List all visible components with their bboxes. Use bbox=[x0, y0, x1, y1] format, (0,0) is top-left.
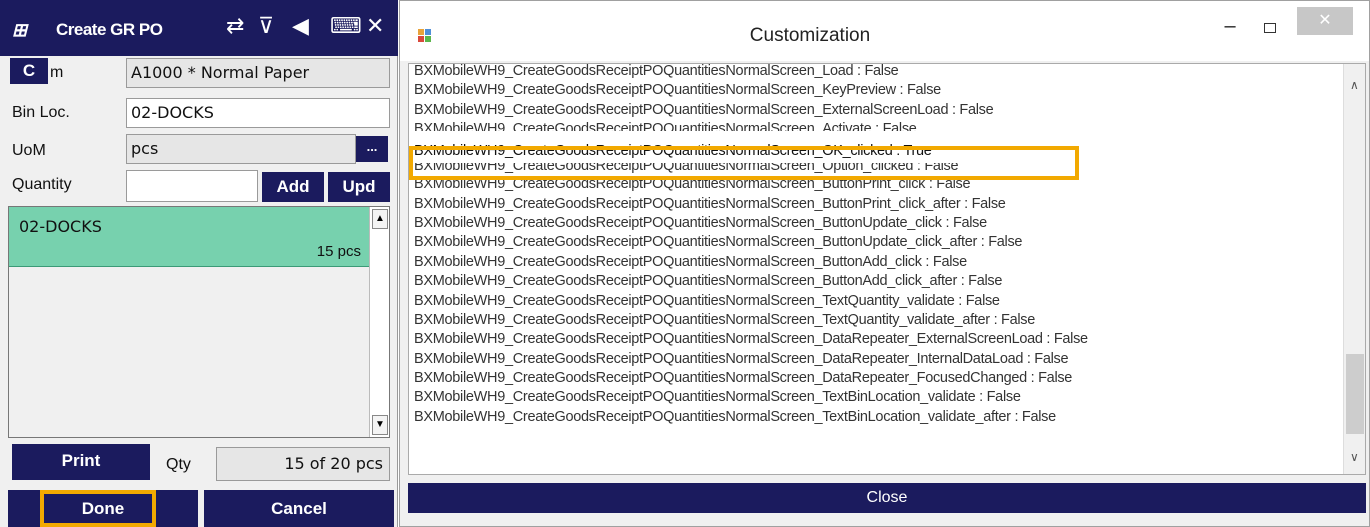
done-highlight-box bbox=[40, 490, 156, 527]
list-item: BXMobileWH9_CreateGoodsReceiptPOQuantiti… bbox=[414, 311, 1035, 328]
speaker-icon[interactable]: ◀ bbox=[292, 14, 309, 38]
c-button[interactable]: C bbox=[10, 58, 48, 84]
list-item: BXMobileWH9_CreateGoodsReceiptPOQuantiti… bbox=[414, 234, 1023, 251]
quantity-label: Quantity bbox=[12, 176, 72, 193]
qty-label: Qty bbox=[166, 456, 191, 473]
app-header: ⊞ Create GR PO ⇄ ⊽ ◀ ⌨ ✕ bbox=[0, 0, 398, 56]
uom-browse-button[interactable]: ... bbox=[356, 136, 388, 162]
item-label: m bbox=[50, 64, 64, 81]
uom-label: UoM bbox=[12, 142, 46, 159]
list-item: BXMobileWH9_CreateGoodsReceiptPOQuantiti… bbox=[414, 331, 1088, 348]
list-item: BXMobileWH9_CreateGoodsReceiptPOQuantiti… bbox=[414, 101, 994, 118]
list-item: BXMobileWH9_CreateGoodsReceiptPOQuantiti… bbox=[414, 82, 941, 99]
close-icon[interactable]: ✕ bbox=[366, 14, 384, 38]
list-scrollbar[interactable]: ▲ ▼ bbox=[369, 207, 389, 437]
list-item-amount: 15 pcs bbox=[316, 243, 361, 260]
item-field: A1000 * Normal Paper bbox=[126, 58, 390, 88]
filter-clear-icon[interactable]: ⊽ bbox=[258, 14, 274, 38]
scroll-up-icon[interactable]: ▲ bbox=[372, 209, 388, 229]
mobile-app-window: ⊞ Create GR PO ⇄ ⊽ ◀ ⌨ ✕ C m A1000 * Nor… bbox=[0, 0, 398, 527]
list-item: BXMobileWH9_CreateGoodsReceiptPOQuantiti… bbox=[414, 195, 1006, 212]
ok-clicked-highlight-box bbox=[409, 146, 1079, 180]
list-item-location: 02-DOCKS bbox=[19, 217, 102, 236]
maximize-icon bbox=[1264, 23, 1276, 33]
list-item: BXMobileWH9_CreateGoodsReceiptPOQuantiti… bbox=[414, 253, 967, 270]
page-title: Create GR PO bbox=[56, 20, 163, 39]
print-button[interactable]: Print bbox=[12, 444, 150, 480]
add-button[interactable]: Add bbox=[262, 172, 324, 202]
scroll-thumb[interactable] bbox=[1346, 354, 1364, 434]
list-scrollbar[interactable]: ∧ ∨ bbox=[1343, 64, 1365, 474]
window-close-button[interactable]: ✕ bbox=[1297, 7, 1353, 35]
list-item: BXMobileWH9_CreateGoodsReceiptPOQuantiti… bbox=[414, 370, 1073, 387]
event-log-list[interactable]: BXMobileWH9_CreateGoodsReceiptPOQuantiti… bbox=[408, 63, 1366, 475]
list-item: BXMobileWH9_CreateGoodsReceiptPOQuantiti… bbox=[414, 389, 1021, 406]
keyboard-icon[interactable]: ⌨ bbox=[330, 14, 362, 38]
window-titlebar[interactable]: Customization – ✕ bbox=[400, 1, 1369, 61]
list-item: BXMobileWH9_CreateGoodsReceiptPOQuantiti… bbox=[414, 273, 1003, 290]
list-item: BXMobileWH9_CreateGoodsReceiptPOQuantiti… bbox=[414, 292, 1000, 309]
binloc-input[interactable]: 02-DOCKS bbox=[126, 98, 390, 128]
list-item: BXMobileWH9_CreateGoodsReceiptPOQuantiti… bbox=[414, 214, 987, 231]
chevron-down-icon[interactable]: ∨ bbox=[1350, 450, 1359, 464]
list-item: BXMobileWH9_CreateGoodsReceiptPOQuantiti… bbox=[414, 121, 917, 132]
bin-list: 02-DOCKS 15 pcs ▲ ▼ bbox=[8, 206, 390, 438]
binloc-label: Bin Loc. bbox=[12, 104, 70, 121]
windows-logo-icon[interactable]: ⊞ bbox=[12, 20, 27, 41]
close-button[interactable]: Close bbox=[408, 483, 1366, 513]
shuffle-icon[interactable]: ⇄ bbox=[226, 14, 244, 38]
window-title: Customization bbox=[749, 25, 871, 46]
update-button[interactable]: Upd bbox=[328, 172, 390, 202]
quantity-input[interactable] bbox=[126, 170, 258, 202]
scroll-down-icon[interactable]: ▼ bbox=[372, 415, 388, 435]
uom-field: pcs bbox=[126, 134, 356, 164]
qty-value: 15 of 20 pcs bbox=[216, 447, 390, 481]
list-item: BXMobileWH9_CreateGoodsReceiptPOQuantiti… bbox=[414, 63, 899, 79]
customization-window: Customization – ✕ BXMobileWH9_CreateGood… bbox=[399, 0, 1370, 527]
maximize-button[interactable] bbox=[1250, 15, 1290, 45]
list-item: BXMobileWH9_CreateGoodsReceiptPOQuantiti… bbox=[414, 350, 1069, 367]
minimize-button[interactable]: – bbox=[1210, 15, 1250, 45]
chevron-up-icon[interactable]: ∧ bbox=[1350, 78, 1359, 92]
list-item[interactable]: 02-DOCKS 15 pcs bbox=[9, 207, 369, 267]
cancel-button[interactable]: Cancel bbox=[204, 490, 394, 527]
list-item: BXMobileWH9_CreateGoodsReceiptPOQuantiti… bbox=[414, 408, 1056, 425]
